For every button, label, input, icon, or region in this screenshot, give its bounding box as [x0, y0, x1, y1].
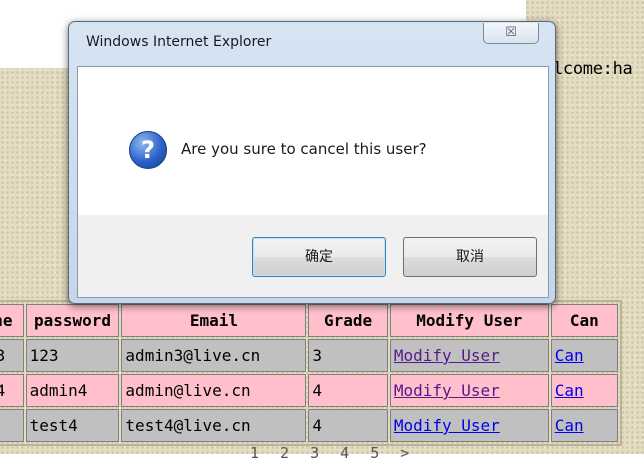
header-username: ne: [0, 304, 24, 337]
table-row: n3 123 admin3@live.cn 3 Modify User Can: [0, 339, 618, 372]
cell-modify: Modify User: [389, 409, 549, 442]
cell-username: 4: [0, 409, 24, 442]
header-grade: Grade: [308, 304, 388, 337]
dialog-body: ? Are you sure to cancel this user? 确定 取…: [77, 66, 549, 298]
pagination[interactable]: 1 2 3 4 5 >: [250, 444, 415, 462]
cancel-user-link[interactable]: Can: [555, 416, 584, 435]
dialog-button-bar: 确定 取消: [78, 215, 548, 297]
cell-modify: Modify User: [389, 339, 549, 372]
dialog-title: Windows Internet Explorer: [86, 34, 272, 50]
cell-email: admin3@live.cn: [121, 339, 307, 372]
table-header-row: ne password Email Grade Modify User Can: [0, 304, 618, 337]
close-icon: ☒: [505, 25, 517, 40]
table-row: n4 admin4 admin@live.cn 4 Modify User Ca…: [0, 374, 618, 407]
cancel-button[interactable]: 取消: [403, 237, 537, 277]
header-modify-user: Modify User: [389, 304, 549, 337]
cell-cancel: Can: [550, 339, 618, 372]
welcome-text: lcome:ha: [553, 59, 633, 79]
cancel-user-link[interactable]: Can: [555, 346, 584, 365]
confirm-dialog: Windows Internet Explorer ☒ ? Are you su…: [68, 21, 556, 304]
cancel-user-link[interactable]: Can: [555, 381, 584, 400]
header-password: password: [25, 304, 120, 337]
header-email: Email: [121, 304, 307, 337]
modify-user-link[interactable]: Modify User: [394, 416, 500, 435]
modify-user-link[interactable]: Modify User: [394, 346, 500, 365]
cell-email: test4@live.cn: [121, 409, 307, 442]
question-icon: ?: [129, 131, 167, 169]
ok-button[interactable]: 确定: [252, 237, 386, 277]
cell-grade: 4: [308, 374, 388, 407]
dialog-message: Are you sure to cancel this user?: [181, 140, 427, 158]
cell-password: 123: [25, 339, 120, 372]
table-row: 4 test4 test4@live.cn 4 Modify User Can: [0, 409, 618, 442]
header-cancel: Can: [550, 304, 618, 337]
modify-user-link[interactable]: Modify User: [394, 381, 500, 400]
cell-email: admin@live.cn: [121, 374, 307, 407]
cell-cancel: Can: [550, 374, 618, 407]
cell-username: n4: [0, 374, 24, 407]
cell-modify: Modify User: [389, 374, 549, 407]
cell-password: test4: [25, 409, 120, 442]
cell-username: n3: [0, 339, 24, 372]
cell-grade: 4: [308, 409, 388, 442]
close-button[interactable]: ☒: [483, 23, 539, 44]
cell-grade: 3: [308, 339, 388, 372]
user-table: ne password Email Grade Modify User Can …: [0, 300, 622, 446]
cell-cancel: Can: [550, 409, 618, 442]
cell-password: admin4: [25, 374, 120, 407]
